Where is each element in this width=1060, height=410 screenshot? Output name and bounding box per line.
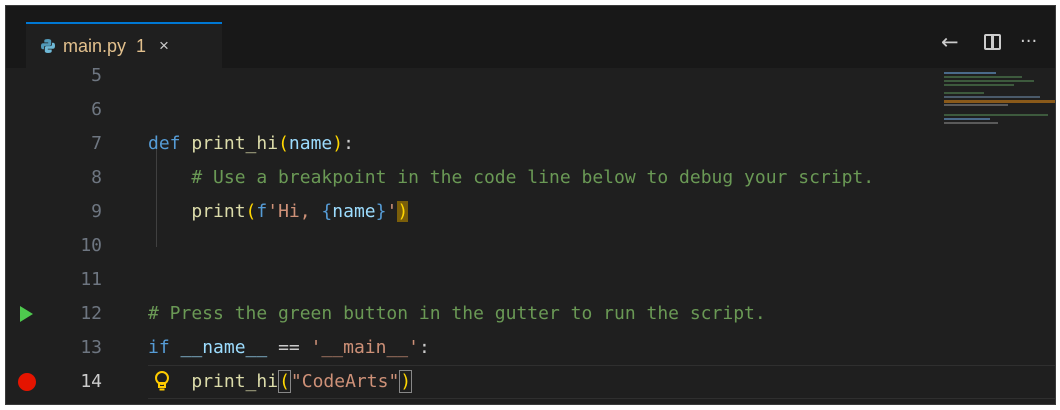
code-line-current: 14 print_hi("CodeArts") xyxy=(6,365,1055,399)
function-token: print_hi xyxy=(191,371,279,392)
keyword-token: if xyxy=(148,337,170,358)
code-line: 10 xyxy=(6,229,1055,263)
tab-file-name: main.py xyxy=(63,35,127,56)
python-icon xyxy=(41,39,55,53)
line-number: 11 xyxy=(80,269,102,290)
line-number: 5 xyxy=(91,65,102,86)
breakpoint-icon[interactable] xyxy=(18,373,36,391)
parameter-token: name xyxy=(288,133,333,154)
line-number: 7 xyxy=(91,133,102,154)
code-text: def print_hi(name): xyxy=(148,127,354,161)
function-token: print_hi xyxy=(191,133,279,154)
code-text: # Use a breakpoint in the code line belo… xyxy=(148,161,874,195)
code-line: 8 # Use a breakpoint in the code line be… xyxy=(6,161,1055,195)
matched-bracket-token: ) xyxy=(397,201,409,222)
fstring-prefix-token: f xyxy=(256,201,268,222)
comment-token: # Press the green button in the gutter t… xyxy=(148,303,766,324)
go-back-icon[interactable]: ← xyxy=(941,30,959,54)
bracket-token: ( xyxy=(278,133,289,154)
comment-token: # Use a breakpoint in the code line belo… xyxy=(191,167,875,188)
more-actions-icon[interactable]: ··· xyxy=(1020,30,1037,54)
code-line: 13 if __name__ == '__main__': xyxy=(6,331,1055,365)
split-editor-icon[interactable] xyxy=(984,34,1001,50)
line-number: 6 xyxy=(91,99,102,120)
brace-token: } xyxy=(375,201,387,222)
line-number: 14 xyxy=(80,371,102,392)
colon-token: : xyxy=(343,133,354,154)
code-line: 11 xyxy=(6,263,1055,297)
code-text: if __name__ == '__main__': xyxy=(148,331,430,365)
dunder-token: __name__ xyxy=(180,337,268,358)
code-line: 12 # Press the green button in the gutte… xyxy=(6,297,1055,331)
function-token: print xyxy=(191,201,246,222)
code-line: 9 print(f'Hi, {name}') xyxy=(6,195,1055,229)
line-number: 8 xyxy=(91,167,102,188)
close-icon[interactable]: × xyxy=(159,36,169,56)
run-icon[interactable] xyxy=(20,306,33,322)
bracket-token: ( xyxy=(245,201,257,222)
variable-token: name xyxy=(332,201,376,222)
matched-bracket-token: ( xyxy=(278,370,291,393)
code-area[interactable]: 5 6 7 def print_hi(name): 8 # Use a brea… xyxy=(6,65,1055,404)
matched-bracket-token: ) xyxy=(399,370,413,393)
line-number: 10 xyxy=(80,235,102,256)
colon-token: : xyxy=(418,337,430,358)
line-number: 12 xyxy=(80,303,102,324)
string-token: ' xyxy=(386,201,398,222)
code-line: 7 def print_hi(name): xyxy=(6,127,1055,161)
keyword-token: def xyxy=(148,133,181,154)
brace-token: { xyxy=(321,201,333,222)
problem-count-badge: 1 xyxy=(136,35,147,56)
code-text: print(f'Hi, {name}') xyxy=(148,195,409,229)
code-line: 6 xyxy=(6,93,1055,127)
code-text: print_hi("CodeArts") xyxy=(148,365,413,399)
code-text: # Press the green button in the gutter t… xyxy=(148,297,766,331)
string-token: '__main__' xyxy=(310,337,419,358)
operator-token: == xyxy=(267,337,311,358)
code-line: 5 xyxy=(6,59,1055,93)
bracket-token: ) xyxy=(332,133,344,154)
string-token: 'Hi, xyxy=(267,201,322,222)
line-number: 13 xyxy=(80,337,102,358)
editor-window: main.py 1 × ← ··· 5 6 7 def print_hi(nam… xyxy=(5,5,1056,405)
line-number: 9 xyxy=(91,201,102,222)
string-token: "CodeArts" xyxy=(290,371,400,392)
